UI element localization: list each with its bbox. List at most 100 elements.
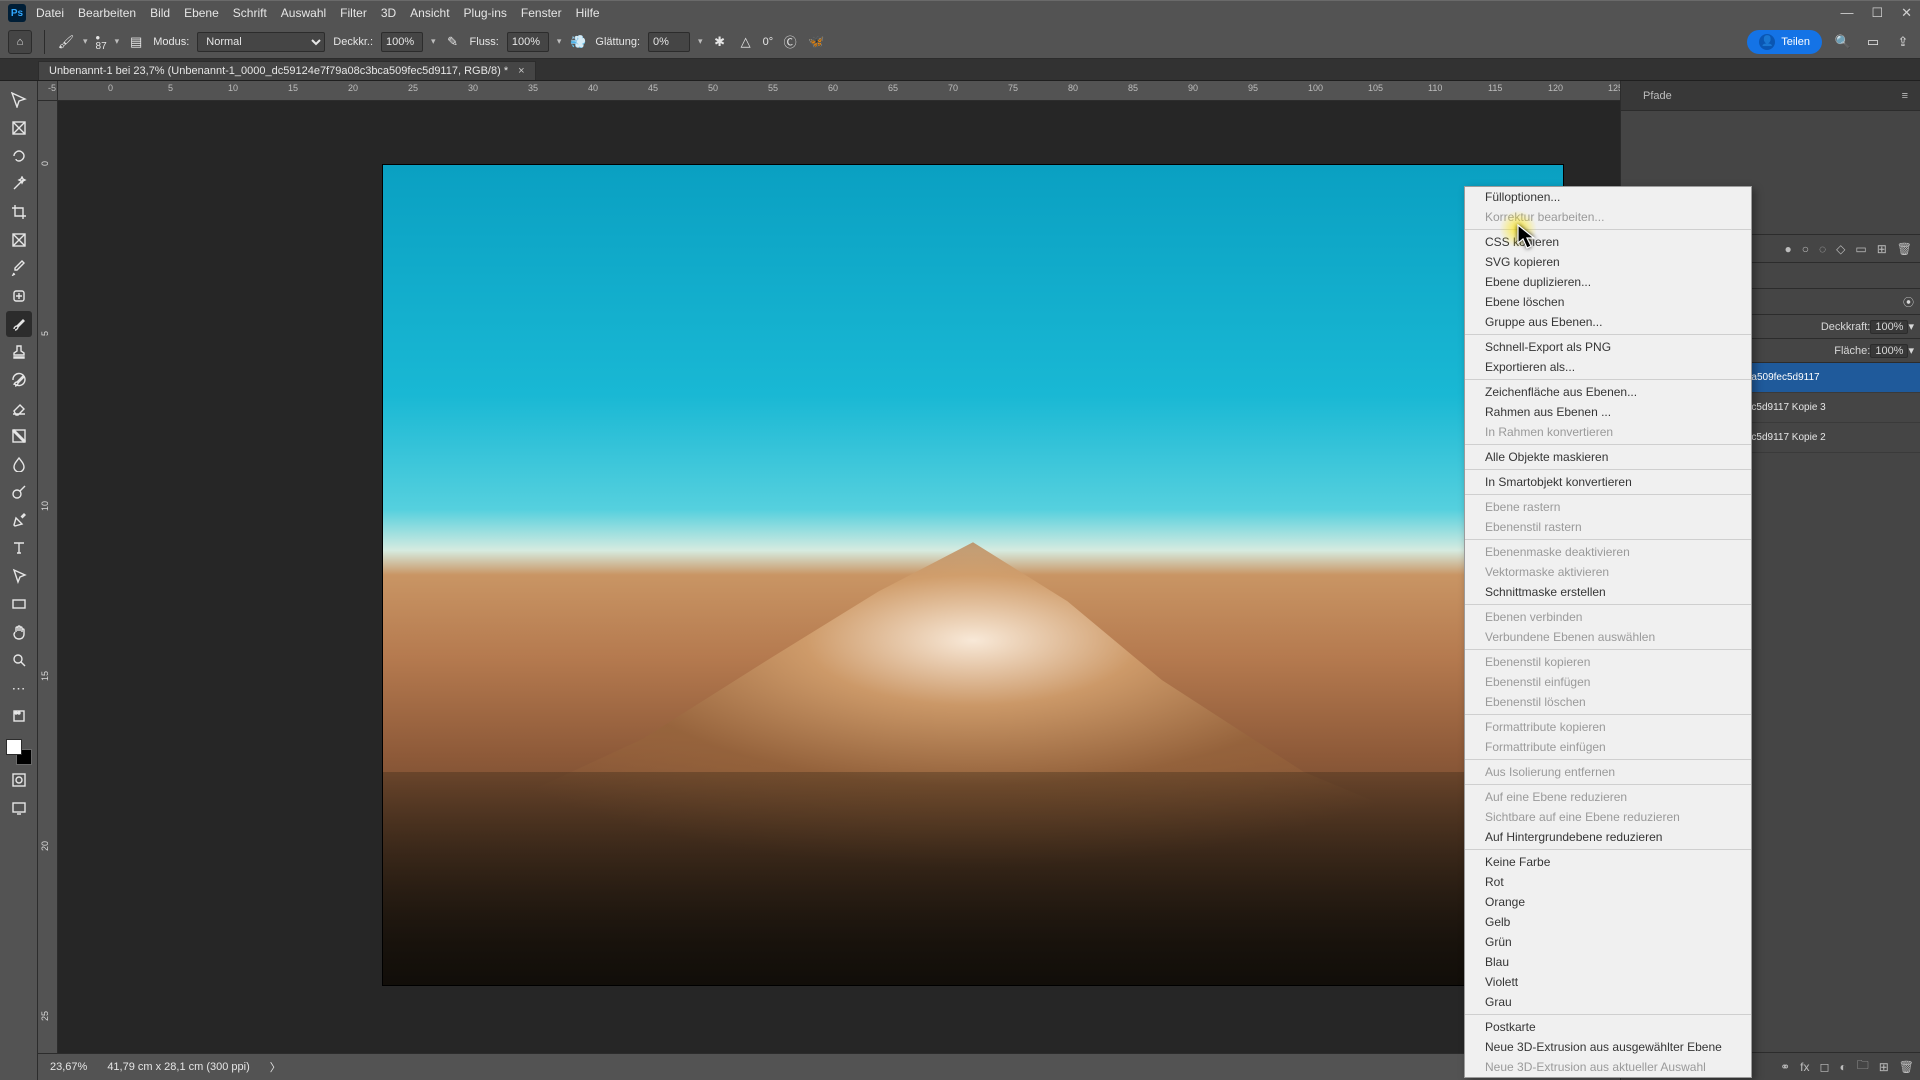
layer-context-menu[interactable]: Fülloptionen...Korrektur bearbeiten...CS… [1464,186,1752,1078]
tool-stamp[interactable] [6,339,32,365]
tool-hand[interactable] [6,619,32,645]
tool-brush[interactable] [6,311,32,337]
menu-datei[interactable]: Datei [36,6,64,20]
brush-size-value[interactable]: 87 [96,42,107,51]
ctx-item[interactable]: Neue 3D-Extrusion aus ausgewählter Ebene [1465,1037,1751,1057]
tool-rectangle[interactable] [6,591,32,617]
menu-bild[interactable]: Bild [150,6,170,20]
close-tab-icon[interactable]: × [518,65,524,77]
symmetry-icon[interactable]: 🦋 [807,33,825,51]
menu-bearbeiten[interactable]: Bearbeiten [78,6,136,20]
tool-crop[interactable] [6,199,32,225]
path-to-selection-icon[interactable]: ◌ [1819,242,1826,256]
fill-path-icon[interactable]: ● [1784,242,1791,256]
layer-opacity-value[interactable]: 100% [1870,320,1908,334]
tool-path-select[interactable] [6,563,32,589]
ctx-item[interactable]: Ebene löschen [1465,292,1751,312]
layer-fill-value[interactable]: 100% [1870,344,1908,358]
angle-value[interactable]: 0° [763,36,774,48]
ctx-item[interactable]: Keine Farbe [1465,852,1751,872]
menu-ebene[interactable]: Ebene [184,6,219,20]
document-image[interactable] [383,165,1563,985]
tool-artboard[interactable] [6,115,32,141]
ctx-item[interactable]: Schnell-Export als PNG [1465,337,1751,357]
tool-frame[interactable] [6,227,32,253]
tool-more[interactable]: ⋯ [6,675,32,701]
export-icon[interactable]: ⇪ [1894,33,1912,51]
menu-ansicht[interactable]: Ansicht [410,6,449,20]
document-tab[interactable]: Unbenannt-1 bei 23,7% (Unbenannt-1_0000_… [38,61,536,80]
ctx-item[interactable]: Alle Objekte maskieren [1465,447,1751,467]
menu-fenster[interactable]: Fenster [521,6,562,20]
menubar[interactable]: DateiBearbeitenBildEbeneSchriftAuswahlFi… [36,6,614,20]
delete-path-icon[interactable]: 🗑 [1897,242,1912,256]
ctx-item[interactable]: Postkarte [1465,1017,1751,1037]
stroke-path-icon[interactable]: ○ [1802,242,1809,256]
layer-fx-icon[interactable]: fx [1800,1060,1809,1074]
new-layer-icon[interactable]: ⊞ [1879,1060,1889,1074]
tablet-pressure-icon[interactable]: Ⓒ [781,33,799,51]
tool-eyedropper[interactable] [6,255,32,281]
ctx-item[interactable]: SVG kopieren [1465,252,1751,272]
ctx-item[interactable]: Orange [1465,892,1751,912]
tool-type[interactable] [6,535,32,561]
docinfo-chevron-icon[interactable]: 〉 [270,1059,281,1075]
ctx-item[interactable]: Rahmen aus Ebenen ... [1465,402,1751,422]
tool-blur[interactable] [6,451,32,477]
tool-history-brush[interactable] [6,367,32,393]
color-swatches[interactable] [6,739,32,765]
maximize-icon[interactable]: ☐ [1871,5,1883,21]
tool-pen[interactable] [6,507,32,533]
docinfo-readout[interactable]: 41,79 cm x 28,1 cm (300 ppi) [107,1061,249,1073]
close-icon[interactable]: ✕ [1901,5,1912,21]
home-icon[interactable]: ⌂ [8,30,32,54]
canvas[interactable] [58,101,1620,1053]
ctx-item[interactable]: Fülloptionen... [1465,187,1751,207]
smoothing-input[interactable] [648,32,690,52]
minimize-icon[interactable]: — [1840,5,1853,21]
make-path-icon[interactable]: ◇ [1836,242,1845,256]
ctx-item[interactable]: Exportieren als... [1465,357,1751,377]
window-controls[interactable]: — ☐ ✕ [1840,5,1912,21]
filter-toggle-icon[interactable]: ⦿ [1903,294,1914,310]
opacity-pressure-icon[interactable]: ✎ [444,33,462,51]
link-layers-icon[interactable]: ⚭ [1780,1060,1790,1074]
ctx-item[interactable]: Grau [1465,992,1751,1012]
ctx-item[interactable]: Rot [1465,872,1751,892]
screenmode-icon[interactable] [6,795,32,821]
ctx-item[interactable]: In Smartobjekt konvertieren [1465,472,1751,492]
tool-move[interactable] [6,87,32,113]
zoom-readout[interactable]: 23,67% [50,1061,87,1073]
new-adjustment-icon[interactable]: ◐ [1839,1060,1846,1074]
quickmask-icon[interactable] [6,767,32,793]
edit-toolbar-icon[interactable] [6,703,32,729]
tool-lasso[interactable] [6,143,32,169]
brush-panel-icon[interactable]: ▤ [127,33,145,51]
menu-schrift[interactable]: Schrift [233,6,267,20]
opacity-input[interactable] [381,32,423,52]
ruler-horizontal[interactable]: -505101520253035404550556065707580859095… [58,81,1620,101]
ctx-item[interactable]: Gelb [1465,912,1751,932]
tool-heal[interactable] [6,283,32,309]
workspace-icon[interactable]: ▭ [1864,33,1882,51]
smoothing-gear-icon[interactable]: ✱ [711,33,729,51]
search-icon[interactable]: 🔍 [1834,33,1852,51]
add-mask-icon[interactable]: ▭ [1855,242,1866,256]
ruler-vertical[interactable]: 0510152025 [38,101,58,1080]
ctx-item[interactable]: Blau [1465,952,1751,972]
menu-plug-ins[interactable]: Plug-ins [464,6,507,20]
ctx-item[interactable]: Gruppe aus Ebenen... [1465,312,1751,332]
menu-3d[interactable]: 3D [381,6,396,20]
ctx-item[interactable]: Ebene duplizieren... [1465,272,1751,292]
panel-menu-icon[interactable]: ≡ [1902,90,1908,102]
ctx-item[interactable]: Violett [1465,972,1751,992]
paths-panel-tabs[interactable]: Pfade ≡ [1621,81,1920,111]
airbrush-icon[interactable]: 💨 [569,33,587,51]
tool-zoom[interactable] [6,647,32,673]
toolbox[interactable]: ⋯ [0,81,38,1080]
new-group-icon[interactable]: 🗀 [1857,1056,1869,1077]
new-path-icon[interactable]: ⊞ [1877,242,1887,256]
tab-pfade[interactable]: Pfade [1633,86,1682,106]
ctx-item[interactable]: Zeichenfläche aus Ebenen... [1465,382,1751,402]
brush-tool-icon[interactable]: 🖌 [57,33,75,51]
